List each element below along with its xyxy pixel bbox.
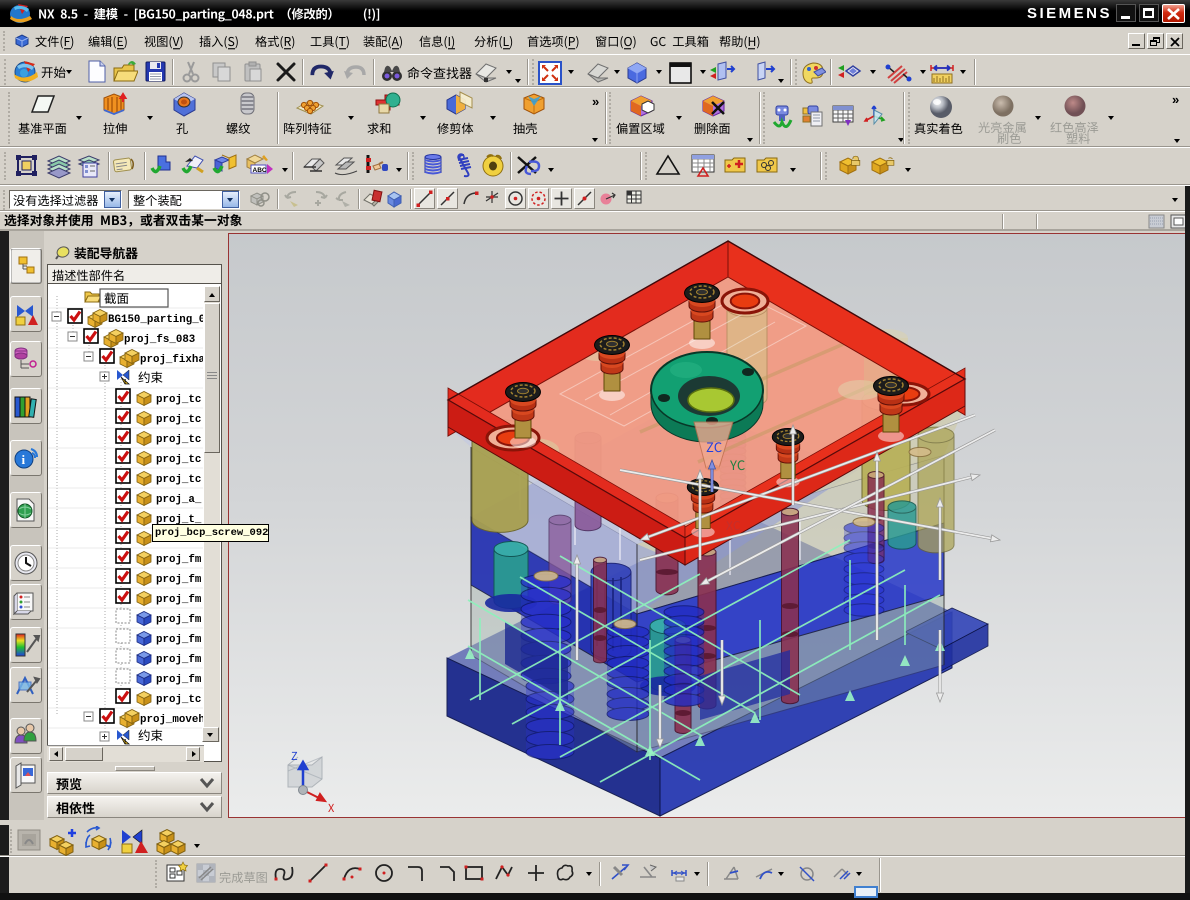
svg-text:proj_movehalf: proj_movehalf [140,714,203,726]
svg-text:proj_fm: proj_fm [156,674,202,686]
svg-text:proj_tc: proj_tc [156,414,201,426]
svg-text:i: i [22,452,26,467]
svg-text:BG150_parting_048: BG150_parting_048 [108,314,203,326]
svg-text:proj_fm: proj_fm [156,554,202,566]
svg-text:ABC: ABC [253,167,267,174]
svg-text:proj_fs_083: proj_fs_083 [124,334,195,346]
svg-text:proj_tc: proj_tc [156,394,201,406]
svg-text:proj_fm: proj_fm [156,594,202,606]
svg-text:proj_fm: proj_fm [156,574,202,586]
svg-text:proj_fm: proj_fm [156,614,202,626]
svg-text:proj_tc: proj_tc [156,474,201,486]
svg-text:proj_tc: proj_tc [156,434,201,446]
svg-text:proj_tc: proj_tc [156,454,201,466]
svg-text:proj_tc: proj_tc [156,694,201,706]
svg-text:!: ! [124,379,126,386]
svg-text:proj_fm: proj_fm [156,634,202,646]
svg-text:proj_a_: proj_a_ [156,494,202,506]
svg-text:proj_fixhalf_08: proj_fixhalf_08 [140,354,203,366]
svg-text:!: ! [124,739,126,745]
svg-text:proj_fm: proj_fm [156,654,202,666]
